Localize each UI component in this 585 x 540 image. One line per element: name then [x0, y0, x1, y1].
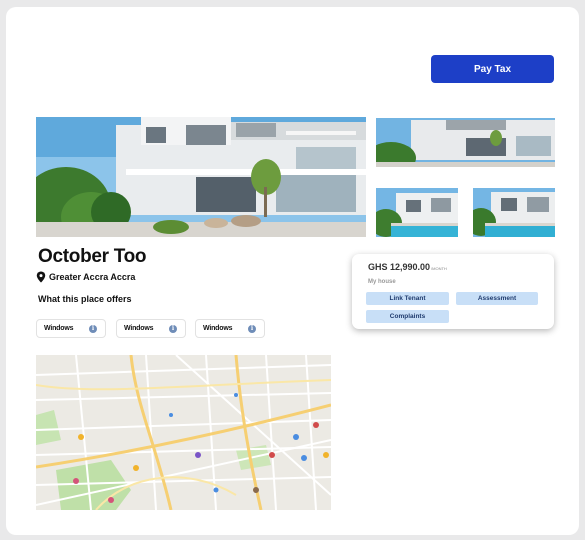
info-icon[interactable]: i: [248, 324, 256, 333]
map-pin-icon: [36, 271, 46, 283]
info-icon[interactable]: i: [169, 324, 177, 333]
price-card: GHS 12,990.00/MONTH My house Link Tenant…: [352, 254, 554, 329]
pay-tax-button[interactable]: Pay Tax: [431, 55, 554, 83]
amenity-label: Windows: [44, 325, 74, 332]
amenity-item[interactable]: Windows i: [116, 319, 186, 338]
property-title: October Too: [38, 246, 147, 267]
location-map[interactable]: [36, 355, 331, 510]
property-photo-thumb-1[interactable]: [376, 118, 555, 167]
property-location: Greater Accra Accra: [36, 271, 135, 283]
link-tenant-button[interactable]: Link Tenant: [366, 292, 449, 305]
price-unit: /MONTH: [431, 266, 447, 271]
property-photo-thumb-3[interactable]: [473, 188, 555, 237]
property-photo-main[interactable]: [36, 117, 366, 237]
amenity-item[interactable]: Windows i: [195, 319, 265, 338]
amenity-item[interactable]: Windows i: [36, 319, 106, 338]
price-amount: GHS 12,990.00/MONTH: [368, 262, 447, 272]
price-value: GHS 12,990.00: [368, 262, 431, 272]
offers-heading: What this place offers: [38, 294, 132, 304]
amenity-label: Windows: [203, 325, 233, 332]
amenity-label: Windows: [124, 325, 154, 332]
complaints-button[interactable]: Complaints: [366, 310, 449, 323]
location-text: Greater Accra Accra: [49, 272, 136, 282]
my-house-label: My house: [368, 279, 396, 285]
info-icon[interactable]: i: [89, 324, 97, 333]
assessment-button[interactable]: Assessment: [456, 292, 538, 305]
property-photo-thumb-2[interactable]: [376, 188, 458, 237]
